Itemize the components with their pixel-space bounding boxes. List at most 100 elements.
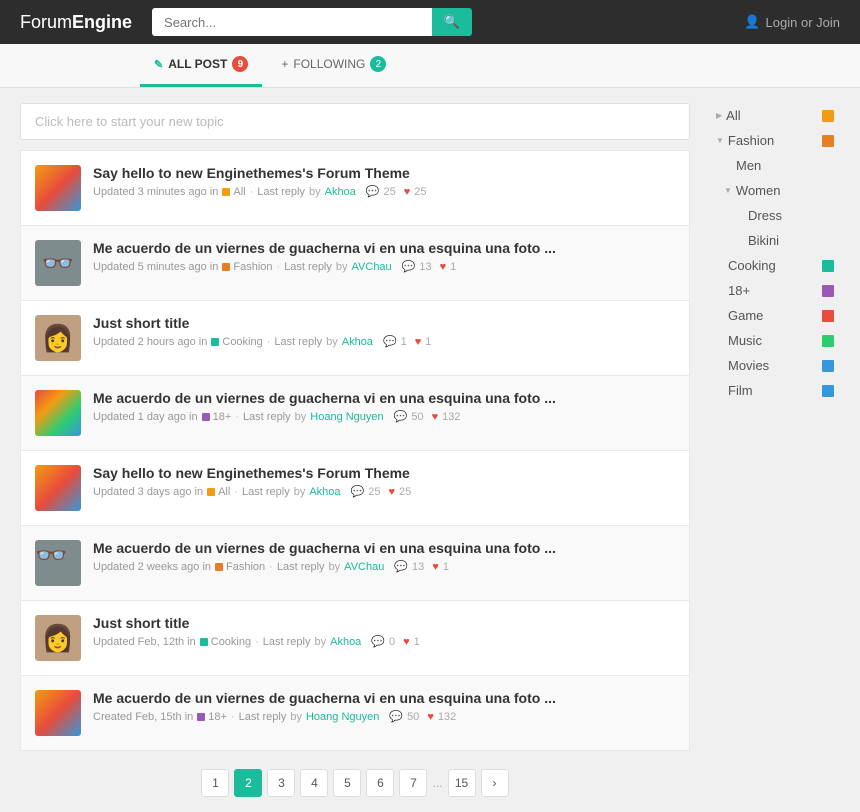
post-item-2[interactable]: 👓 Me acuerdo de un viernes de guacherna v… — [20, 225, 690, 300]
page-btn-1[interactable]: 1 — [201, 769, 229, 797]
post-item-1[interactable]: Say hello to new Enginethemes's Forum Th… — [20, 150, 690, 225]
sidebar-item-men[interactable]: Men — [710, 153, 840, 178]
post-title[interactable]: Say hello to new Enginethemes's Forum Th… — [93, 165, 675, 181]
category-tag[interactable]: Cooking — [211, 336, 262, 348]
meta-time: Updated Feb, 12th in — [93, 636, 196, 648]
search-input[interactable] — [152, 8, 432, 36]
last-reply-user[interactable]: Akhoa — [330, 636, 361, 648]
logo-light: Forum — [20, 12, 72, 32]
post-item-7[interactable]: 👩Just short titleUpdated Feb, 12th in Co… — [20, 600, 690, 675]
page-btn-15[interactable]: 15 — [448, 769, 476, 797]
sidebar-label-18plus: 18+ — [728, 283, 822, 298]
comment-icon: 💬 — [394, 410, 408, 423]
sidebar-label-music: Music — [728, 333, 822, 348]
page-btn-2[interactable]: 2 — [234, 769, 262, 797]
page-btn-5[interactable]: 5 — [333, 769, 361, 797]
pagination: 1234567...15› — [20, 769, 690, 797]
page-btn-4[interactable]: 4 — [300, 769, 328, 797]
category-tag[interactable]: All — [207, 486, 230, 498]
sidebar-label-game: Game — [728, 308, 822, 323]
comment-count: 25 — [384, 186, 396, 198]
post-item-8[interactable]: Me acuerdo de un viernes de guacherna vi… — [20, 675, 690, 751]
page-btn-7[interactable]: 7 — [399, 769, 427, 797]
login-join-button[interactable]: 👤 Login or Join — [744, 14, 840, 30]
last-reply-user[interactable]: Akhoa — [309, 486, 340, 498]
comment-count: 0 — [389, 636, 395, 648]
last-reply-label: Last reply — [239, 711, 287, 723]
category-tag[interactable]: All — [222, 186, 245, 198]
tab-all-post[interactable]: ✎ ALL POST 9 — [140, 44, 262, 87]
sidebar-item-game[interactable]: Game — [710, 303, 840, 328]
pagination-next[interactable]: › — [481, 769, 509, 797]
meta-time: Updated 1 day ago in — [93, 411, 198, 423]
tab-following[interactable]: + FOLLOWING 2 — [267, 44, 400, 87]
sidebar-item-cooking[interactable]: Cooking — [710, 253, 840, 278]
sidebar-color-all — [822, 110, 834, 122]
last-reply-user[interactable]: AVChau — [344, 561, 384, 573]
category-tag[interactable]: Fashion — [222, 261, 272, 273]
avatar — [35, 165, 81, 211]
login-join-label: Login or Join — [766, 15, 840, 30]
sidebar-item-18plus[interactable]: 18+ — [710, 278, 840, 303]
following-badge: 2 — [370, 56, 386, 72]
last-reply-user[interactable]: Hoang Nguyen — [306, 711, 379, 723]
category-tag[interactable]: Cooking — [200, 636, 251, 648]
user-icon: 👤 — [744, 14, 760, 30]
header: ForumEngine 🔍 👤 Login or Join — [0, 0, 860, 44]
meta-time: Updated 2 weeks ago in — [93, 561, 211, 573]
category-tag[interactable]: 18+ — [202, 411, 232, 423]
content-area: Click here to start your new topic Say h… — [20, 103, 690, 797]
meta-time: Updated 3 minutes ago in — [93, 186, 218, 198]
post-title[interactable]: Me acuerdo de un viernes de guacherna vi… — [93, 390, 675, 406]
sidebar-arrow: ▼ — [716, 136, 724, 145]
post-item-5[interactable]: Say hello to new Enginethemes's Forum Th… — [20, 450, 690, 525]
post-item-6[interactable]: 👓Me acuerdo de un viernes de guacherna v… — [20, 525, 690, 600]
category-tag[interactable]: Fashion — [215, 561, 265, 573]
post-body: Say hello to new Enginethemes's Forum Th… — [93, 165, 675, 198]
sidebar-item-bikini[interactable]: Bikini — [710, 228, 840, 253]
avatar: 👓 — [35, 240, 81, 286]
category-tag[interactable]: 18+ — [197, 711, 227, 723]
like-icon: ♥ — [388, 486, 395, 498]
post-title[interactable]: Me acuerdo de un viernes de guacherna vi… — [93, 540, 675, 556]
page-btn-6[interactable]: 6 — [366, 769, 394, 797]
post-title[interactable]: Me acuerdo de un viernes de guacherna vi… — [93, 240, 675, 256]
comment-count: 1 — [401, 336, 407, 348]
last-reply-label: Last reply — [274, 336, 322, 348]
sidebar-item-dress[interactable]: Dress — [710, 203, 840, 228]
meta-sep: · — [235, 411, 239, 423]
sidebar-color-music — [822, 335, 834, 347]
logo-bold: Engine — [72, 12, 132, 32]
page-btn-3[interactable]: 3 — [267, 769, 295, 797]
post-title[interactable]: Say hello to new Enginethemes's Forum Th… — [93, 465, 675, 481]
last-reply-label: Last reply — [263, 636, 311, 648]
post-item-3[interactable]: 👩Just short titleUpdated 2 hours ago in … — [20, 300, 690, 375]
sidebar-item-all[interactable]: ▶All — [710, 103, 840, 128]
meta-sep: · — [250, 186, 254, 198]
new-topic-bar[interactable]: Click here to start your new topic — [20, 103, 690, 140]
sidebar-item-music[interactable]: Music — [710, 328, 840, 353]
search-button[interactable]: 🔍 — [432, 8, 472, 36]
sidebar-item-fashion[interactable]: ▼Fashion — [710, 128, 840, 153]
comment-icon: 💬 — [383, 335, 397, 348]
search-bar: 🔍 — [152, 8, 472, 36]
sidebar-item-women[interactable]: ▼Women — [710, 178, 840, 203]
post-item-4[interactable]: Me acuerdo de un viernes de guacherna vi… — [20, 375, 690, 450]
last-reply-user[interactable]: Akhoa — [342, 336, 373, 348]
last-reply-label: Last reply — [243, 411, 291, 423]
last-reply-user[interactable]: Hoang Nguyen — [310, 411, 383, 423]
sidebar: ▶All▼FashionMen▼WomenDressBikiniCooking 1… — [710, 103, 840, 797]
last-reply-user[interactable]: Akhoa — [325, 186, 356, 198]
sidebar-item-movies[interactable]: Movies — [710, 353, 840, 378]
post-title[interactable]: Just short title — [93, 615, 675, 631]
post-title[interactable]: Me acuerdo de un viernes de guacherna vi… — [93, 690, 675, 706]
category-label: Fashion — [233, 261, 272, 273]
post-title[interactable]: Just short title — [93, 315, 675, 331]
sidebar-item-film[interactable]: Film — [710, 378, 840, 403]
logo: ForumEngine — [20, 12, 132, 33]
post-meta: Updated 3 minutes ago in All · Last repl… — [93, 185, 675, 198]
like-count: 132 — [442, 411, 460, 423]
meta-time: Created Feb, 15th in — [93, 711, 193, 723]
last-reply-user[interactable]: AVChau — [352, 261, 392, 273]
avatar: 👩 — [35, 315, 81, 361]
